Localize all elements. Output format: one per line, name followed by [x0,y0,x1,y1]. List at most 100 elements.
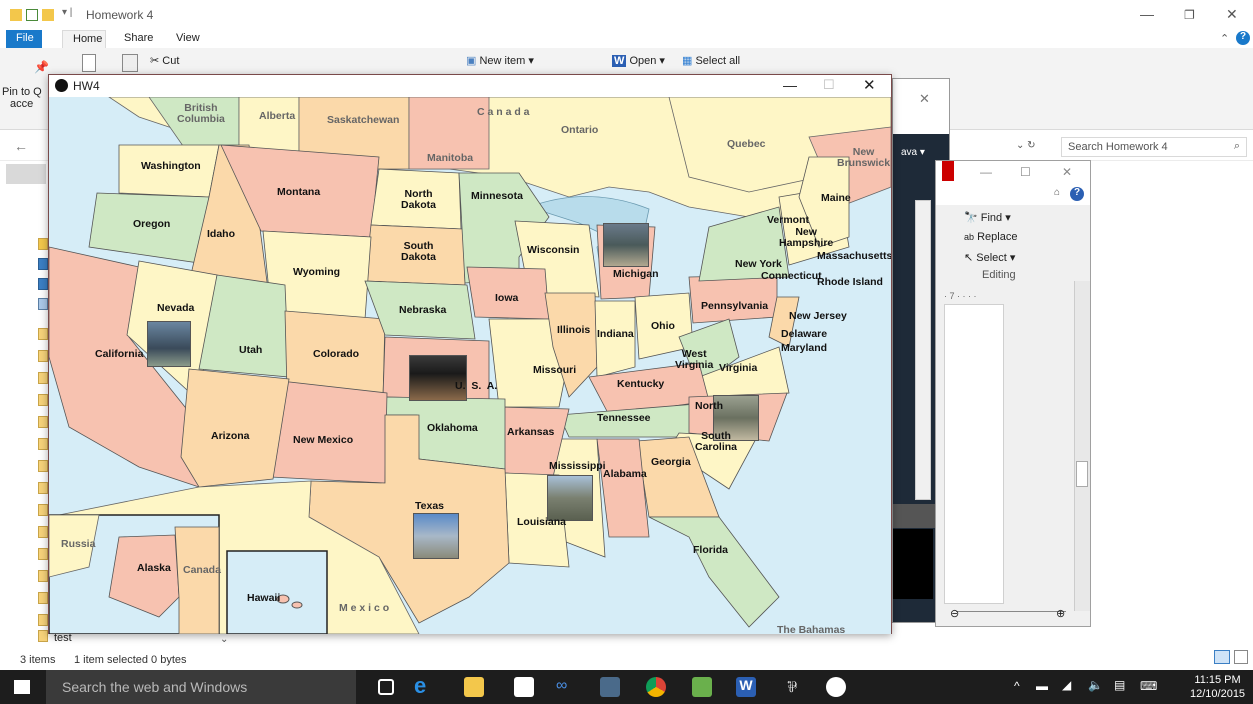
photo-marker-kansas[interactable] [409,355,467,401]
taskbar-clock[interactable]: 11:15 PM 12/10/2015 [1190,673,1245,701]
chrome-icon[interactable] [646,677,666,697]
collapse-ribbon-icon[interactable]: ⌂ [1054,187,1060,198]
volume-icon[interactable]: 🔈 [1088,678,1103,692]
folder-icon[interactable] [38,482,48,494]
minimize-icon[interactable]: — [1140,6,1154,22]
wifi-icon[interactable]: ◢ [1062,678,1071,692]
pin-label[interactable]: Pin to Q [2,86,42,98]
hw4-window[interactable]: HW4 — ☐ ✕ British Columbia Alberta Saska… [48,74,892,634]
copy-icon[interactable] [82,54,96,72]
new-item-icon: ▣ [466,55,480,67]
store-icon[interactable] [514,677,534,697]
folder-icon[interactable] [38,350,48,362]
explorer-titlebar: ▾ | Homework 4 — ❐ ✕ [0,0,1253,30]
python-icon[interactable]: ⅌ [782,677,802,697]
close-icon[interactable]: ✕ [863,76,876,94]
folder-icon[interactable] [38,438,48,450]
close-icon[interactable]: ✕ [1062,165,1072,179]
new-folder-icon[interactable] [42,9,54,21]
photo-marker-michigan[interactable] [603,223,649,267]
close-icon[interactable]: ✕ [1226,6,1238,23]
back-arrow-icon[interactable]: ← [14,138,28,154]
photo-marker-mississippi[interactable] [547,475,593,521]
select-all-button[interactable]: ▦ Select all [682,54,740,67]
folder-icon[interactable] [38,394,48,406]
pin-icon[interactable]: 📌 [34,60,49,78]
desktop-icon[interactable] [38,258,48,270]
details-view-icon[interactable] [1214,650,1230,664]
folder-icon[interactable] [38,548,48,560]
word-icon[interactable]: W [736,677,756,697]
action-center-icon[interactable]: ▤ [1114,678,1125,692]
large-icons-view-icon[interactable] [1234,650,1248,664]
folder-icon[interactable] [38,372,48,384]
remote-desktop-icon[interactable] [600,677,620,697]
restore-icon[interactable]: ❐ [1184,8,1195,22]
task-view-icon[interactable] [378,679,394,695]
tab-file[interactable]: File [6,30,42,48]
paste-icon[interactable] [122,54,138,72]
open-button[interactable]: W Open ▾ [612,54,665,67]
folder-icon[interactable] [38,526,48,538]
map-label-saskatchewan: Saskatchewan [327,114,400,126]
find-label: Find ▾ [980,212,1011,224]
help-icon[interactable]: ? [1070,187,1084,201]
folder-icon[interactable] [38,630,48,642]
folder-icon[interactable] [38,592,48,604]
minimize-icon[interactable]: — [980,165,992,179]
file-explorer-icon[interactable] [464,677,484,697]
folder-icon[interactable] [38,238,48,250]
nav-selected-row[interactable] [6,164,46,184]
photo-marker-texas[interactable] [413,513,459,559]
zoom-in-icon[interactable]: ⊕ [1056,607,1065,620]
new-item-label: New item ▾ [479,55,534,67]
infinity-app-icon[interactable]: ∞ [556,677,576,697]
collapse-ribbon-icon[interactable]: ⌃ [1220,32,1229,45]
address-dropdown-icon[interactable]: ⌄ ↻ [1016,140,1036,151]
folder-icon[interactable] [38,614,48,626]
zoom-out-icon[interactable]: ⊖ [950,607,959,620]
background-scrollbar[interactable] [915,200,931,500]
properties-icon[interactable] [26,9,38,21]
us-map[interactable]: British Columbia Alberta Saskatchewan Manit… [49,97,891,634]
folder-icon[interactable] [38,504,48,516]
photo-marker-california[interactable] [147,321,191,367]
tab-share[interactable]: Share [114,30,163,48]
document-page[interactable] [944,304,1004,604]
documents-icon[interactable] [38,278,48,290]
tab-home[interactable]: Home [62,30,106,48]
folder-icon[interactable] [38,570,48,582]
taskbar-search[interactable]: Search the web and Windows [46,670,356,704]
java-app-icon[interactable] [826,677,846,697]
new-item-button[interactable]: ▣ New item ▾ [466,54,534,67]
tray-expand-icon[interactable]: ^ [1014,679,1020,693]
quick-access-dropdown-icon[interactable]: ▾ | [62,7,72,18]
tab-view[interactable]: View [166,30,210,48]
battery-icon[interactable]: ▬ [1036,679,1048,693]
edge-icon[interactable]: e [414,673,434,698]
start-windows-icon[interactable] [14,680,30,694]
vertical-scrollbar[interactable] [1074,281,1090,611]
cut-button[interactable]: ✂ Cut [150,54,179,67]
replace-button[interactable]: ab Replace [964,231,1017,243]
find-button[interactable]: 🔭 Find ▾ [964,211,1011,224]
folder-icon[interactable] [38,328,48,340]
word-window[interactable]: — ☐ ✕ ⌂ ? 🔭 Find ▾ ab Replace ↖ Select ▾… [935,160,1091,627]
keyboard-icon[interactable]: ⌨ [1140,679,1157,693]
folder-icon[interactable] [38,416,48,428]
minimize-icon[interactable]: — [783,77,797,93]
select-button[interactable]: ↖ Select ▾ [964,251,1015,264]
nav-scroll-down-icon[interactable]: ⌄ [220,634,228,645]
select-all-label: Select all [695,55,741,67]
folder-icon[interactable] [38,460,48,472]
excel-icon[interactable] [692,677,712,697]
scroll-thumb[interactable] [1076,461,1088,487]
pictures-icon[interactable] [38,298,48,310]
restore-icon[interactable]: ☐ [1020,165,1031,179]
help-icon[interactable]: ? [1236,31,1250,45]
close-icon[interactable]: ✕ [919,91,930,107]
search-input[interactable]: Search Homework 4 ⌕ [1061,137,1247,157]
java-menu[interactable]: ava ▾ [901,147,925,158]
zoom-slider[interactable] [956,611,1066,623]
map-label-minnesota: Minnesota [471,190,523,202]
